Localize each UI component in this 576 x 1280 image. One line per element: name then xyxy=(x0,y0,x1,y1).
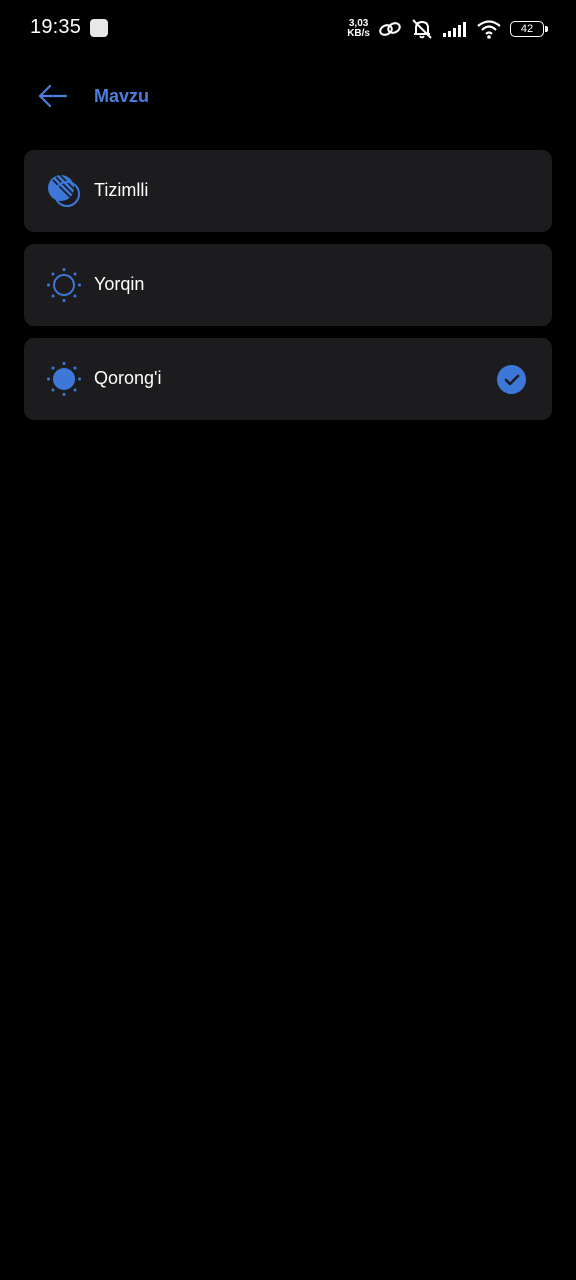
arrow-left-icon xyxy=(36,84,68,113)
option-label: Qorong'i xyxy=(94,368,162,388)
sun-outline-icon xyxy=(46,267,82,303)
muted-bell-icon xyxy=(410,18,434,40)
network-speed: 3,03 KB/s xyxy=(347,19,370,39)
status-bar: 19:35 3,03 KB/s 42 xyxy=(0,0,576,58)
option-light[interactable]: Yorqin xyxy=(24,244,552,326)
selected-check-icon xyxy=(497,365,526,394)
net-speed-unit: KB/s xyxy=(347,28,370,39)
option-label: Yorqin xyxy=(94,274,145,294)
signal-icon xyxy=(442,20,468,38)
option-system[interactable]: Tizimlli xyxy=(24,150,552,232)
system-theme-icon xyxy=(46,173,82,209)
hotspot-link-icon xyxy=(378,20,402,38)
battery-level: 42 xyxy=(520,23,534,35)
wifi-icon xyxy=(476,19,502,39)
app-header: Mavzu xyxy=(0,70,576,126)
option-dark[interactable]: Qorong'i xyxy=(24,338,552,420)
theme-options-list: Tizimlli Yorqin Qorong'i xyxy=(24,150,552,432)
status-icons: 3,03 KB/s 42 xyxy=(347,16,548,42)
option-label: Tizimlli xyxy=(94,180,149,200)
sun-filled-icon xyxy=(46,361,82,397)
status-time: 19:35 xyxy=(30,16,82,38)
notification-icon xyxy=(90,19,108,37)
battery-icon: 42 xyxy=(510,21,548,37)
back-button[interactable] xyxy=(32,80,72,116)
page-title: Mavzu xyxy=(94,86,150,106)
